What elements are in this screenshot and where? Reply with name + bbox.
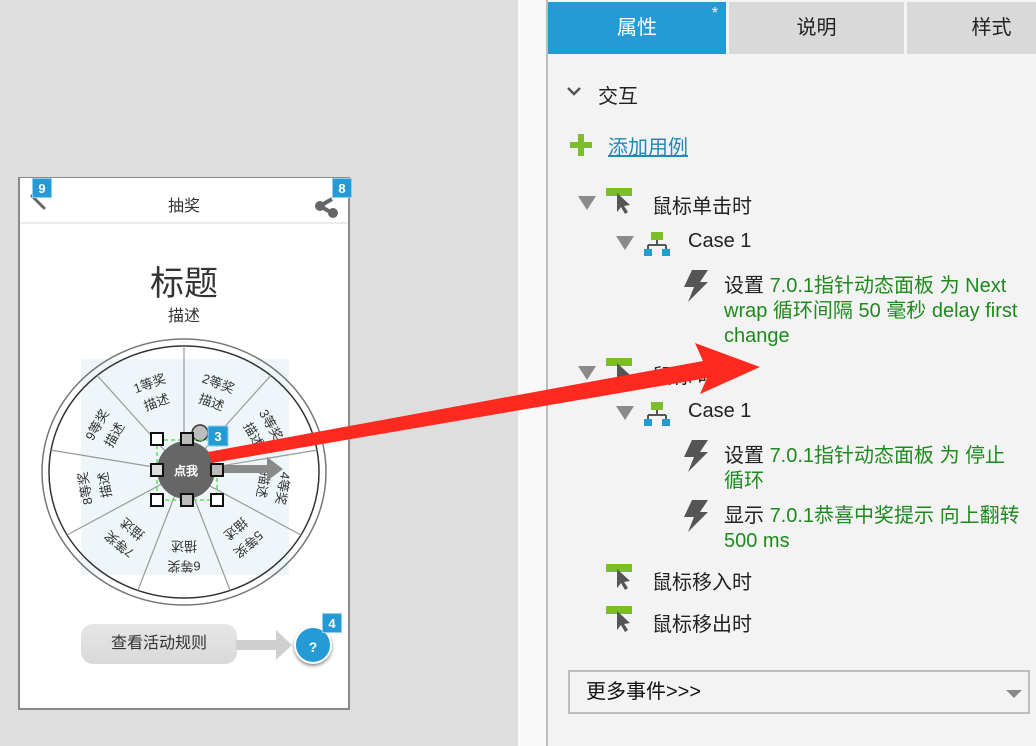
action-detail: 7.0.1指针动态面板 为 Next wrap 循环间隔 50 毫秒 delay… [724, 275, 1018, 347]
resize-handle[interactable] [210, 463, 224, 477]
add-case-link[interactable]: 添加用例 [608, 131, 688, 160]
modified-marker: * [711, 5, 718, 22]
case-tree-icon [644, 402, 670, 426]
inspector-tabs: 属性 * 说明 样式 [548, 2, 1036, 54]
rotate-handle[interactable] [191, 424, 209, 442]
action-bolt-icon [684, 500, 708, 532]
widget-badge-share: 8 [332, 178, 352, 198]
phone-title: 抽奖 [167, 198, 200, 215]
tab-style[interactable]: 样式 [907, 2, 1036, 54]
page-subheading: 描述 [167, 308, 200, 325]
action-bolt-icon [684, 440, 708, 472]
action-detail: 7.0.1恭喜中奖提示 向上翻转 500 ms [724, 505, 1020, 552]
resize-handle[interactable] [210, 493, 224, 507]
view-rules-button[interactable]: 查看活动规则 [81, 624, 237, 664]
event-cursor-icon [606, 606, 632, 632]
case-tree-icon [644, 232, 670, 256]
action-verb: 显示 [724, 505, 764, 527]
event-cursor-icon [606, 188, 632, 214]
phone-header: 9 抽奖 8 [20, 178, 352, 224]
action-item[interactable]: 设置 7.0.1指针动态面板 为 Next wrap 循环间隔 50 毫秒 de… [724, 274, 1024, 349]
action-bolt-icon [684, 270, 708, 302]
plus-icon[interactable] [570, 134, 592, 156]
tab-notes[interactable]: 说明 [729, 2, 904, 54]
wheel-prize-label: 6等奖 [167, 559, 200, 574]
tab-style-label: 样式 [971, 17, 1012, 39]
page-heading: 标题 [150, 265, 218, 303]
panel-splitter[interactable] [518, 0, 546, 746]
collapse-triangle-icon[interactable] [616, 406, 634, 420]
event-label[interactable]: 鼠标移出时 [652, 608, 752, 637]
wheel-desc-label: 描述 [171, 539, 197, 554]
tab-properties-label: 属性 [617, 17, 657, 39]
event-label[interactable]: 鼠标单击时 [652, 190, 752, 219]
resize-handle[interactable] [150, 432, 164, 446]
widget-badge-help: 4 [322, 613, 342, 633]
resize-handle[interactable] [150, 493, 164, 507]
collapse-triangle-icon[interactable] [578, 196, 596, 210]
collapse-triangle-icon[interactable] [578, 366, 596, 380]
tab-properties[interactable]: 属性 * [548, 2, 726, 54]
widget-badge-center-label: 3 [214, 429, 221, 444]
more-events-dropdown[interactable]: 更多事件>>> [568, 670, 1030, 714]
add-case-label: 添加用例 [608, 137, 688, 159]
case-label[interactable]: Case 1 [688, 400, 751, 423]
resize-handle[interactable] [180, 432, 194, 446]
action-item[interactable]: 设置 7.0.1指针动态面板 为 停止循环 [724, 444, 1024, 494]
action-verb: 设置 [724, 445, 764, 467]
event-label[interactable]: 鼠标移入时 [652, 566, 752, 595]
chevron-down-icon[interactable] [566, 86, 582, 98]
tab-notes-label: 说明 [796, 17, 837, 39]
collapse-triangle-icon[interactable] [616, 236, 634, 250]
case-label[interactable]: Case 1 [688, 230, 751, 253]
resize-handle[interactable] [150, 463, 164, 477]
action-item[interactable]: 显示 7.0.1恭喜中奖提示 向上翻转 500 ms [724, 504, 1024, 554]
arrow-right-icon [236, 630, 292, 660]
design-canvas[interactable]: 9 抽奖 8 标题 描述 1等奖 描述 2等奖 描述 3等奖 描述 4等奖 描述 5等奖 描述 6等… [0, 0, 518, 746]
prize-wheel: 1等奖描述2等奖描述3等奖描述4等奖描述5等奖描述6等奖描述7等奖描述8等奖 描述… [41, 338, 327, 606]
dropdown-caret-icon [1006, 690, 1022, 698]
action-verb: 设置 [724, 275, 764, 297]
more-events-label: 更多事件>>> [586, 681, 702, 703]
section-interactions-title: 交互 [598, 86, 638, 108]
event-label[interactable]: 鼠标 时 [652, 360, 718, 389]
action-detail: 7.0.1指针动态面板 为 停止循环 [724, 445, 1006, 492]
event-cursor-icon [606, 564, 632, 590]
center-spin-label: 点我 [174, 463, 198, 478]
inspector-panel: 属性 * 说明 样式 交互 添加用例 鼠标单击时 Case 1 设置 7.0.1… [548, 0, 1036, 746]
event-cursor-icon [606, 358, 632, 384]
phone-mockup: 9 抽奖 8 标题 描述 1等奖 描述 2等奖 描述 3等奖 描述 4等奖 描述 5等奖 描述 6等… [18, 177, 352, 710]
resize-handle[interactable] [180, 493, 194, 507]
